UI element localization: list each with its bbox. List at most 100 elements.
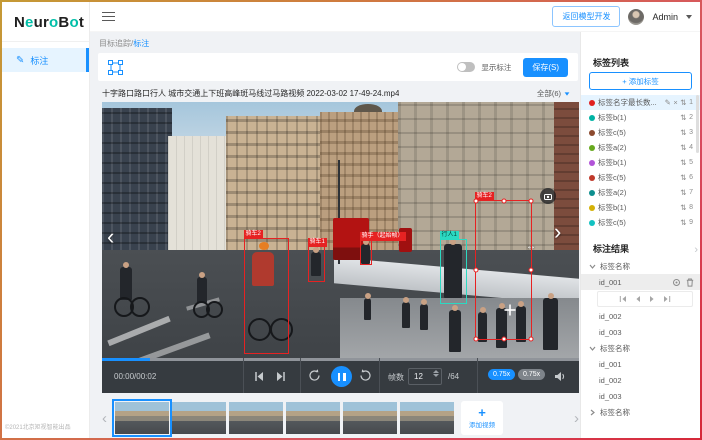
video-thumbnail[interactable] xyxy=(286,402,340,434)
panel-scrollbar[interactable] xyxy=(696,95,699,153)
chevron-right-icon xyxy=(589,409,596,416)
delete-icon[interactable]: × xyxy=(673,99,677,107)
resize-handle[interactable] xyxy=(501,199,506,204)
tag-row-icons: ⇅6 xyxy=(680,174,693,182)
sort-icon[interactable]: ⇅ xyxy=(680,129,686,137)
video-thumbnail[interactable] xyxy=(172,402,226,434)
sort-icon[interactable]: ⇅ xyxy=(680,204,686,212)
prev-frame-icon[interactable] xyxy=(254,371,264,382)
result-item[interactable]: id_002 xyxy=(581,372,700,388)
bounding-box[interactable]: 行人1 xyxy=(440,239,467,304)
bounding-box[interactable]: 骑车1 xyxy=(308,246,325,282)
sort-icon[interactable]: ⇅ xyxy=(680,174,686,182)
frame-stepper[interactable] xyxy=(433,370,439,377)
sidebar-divider xyxy=(2,41,89,42)
tag-list-item[interactable]: 标签b(1)⇅5 xyxy=(581,155,700,170)
thumbs-scroll-left-icon[interactable]: ‹ xyxy=(102,411,107,426)
thumbs-scroll-right-icon[interactable]: › xyxy=(574,411,579,426)
prev-video-chevron[interactable]: ‹ xyxy=(107,226,114,248)
tag-row-icons: ⇅5 xyxy=(680,159,693,167)
back-to-model-dev-button[interactable]: 返回模型开发 xyxy=(552,6,620,27)
sort-icon[interactable]: ⇅ xyxy=(680,159,686,167)
video-filter-dropdown[interactable]: 全部(6) xyxy=(537,88,570,99)
first-page-icon[interactable] xyxy=(619,295,627,303)
trash-icon[interactable] xyxy=(686,278,694,287)
sort-icon[interactable]: ⇅ xyxy=(680,99,686,107)
resize-handle[interactable] xyxy=(474,268,479,273)
tag-list-item[interactable]: 标签a(2)⇅7 xyxy=(581,185,700,200)
resize-handle[interactable] xyxy=(529,337,534,342)
result-item-id: id_002 xyxy=(599,312,622,321)
speed-pill-secondary[interactable]: 0.75x xyxy=(518,369,545,380)
add-tag-button[interactable]: + 添加标签 xyxy=(589,72,692,90)
add-video-button[interactable]: + 添加视频 xyxy=(461,401,503,435)
tag-list-item[interactable]: 标签a(2)⇅4 xyxy=(581,140,700,155)
avatar[interactable] xyxy=(628,9,644,25)
tag-row-icons: ⇅2 xyxy=(680,114,693,122)
video-thumbnail[interactable] xyxy=(229,402,283,434)
result-item[interactable]: id_001 xyxy=(581,356,700,372)
frame-number-input[interactable]: 12 xyxy=(408,368,442,385)
show-annotation-toggle[interactable] xyxy=(457,62,475,72)
result-item[interactable]: id_002 xyxy=(581,308,700,324)
username[interactable]: Admin xyxy=(652,12,678,22)
neurobot-app-window: NeuroBot ✎ 标注 ©2021北京矩视智能出品 返回模型开发 Admin… xyxy=(2,2,700,438)
sort-icon[interactable]: ⇅ xyxy=(680,189,686,197)
resize-handle[interactable] xyxy=(474,337,479,342)
volume-icon[interactable] xyxy=(554,371,566,382)
panel-scroll-right-icon[interactable]: › xyxy=(694,244,698,256)
video-thumbnail[interactable] xyxy=(115,402,169,434)
result-group-header[interactable]: 标签名称 xyxy=(581,340,700,356)
result-group-header[interactable]: 标签名称 xyxy=(581,404,700,420)
bounding-box[interactable]: 骑车2 xyxy=(244,238,289,354)
bounding-box[interactable]: 骑车2 xyxy=(475,200,532,340)
breadcrumb-parent[interactable]: 目标追踪 xyxy=(99,39,131,48)
resize-handle[interactable] xyxy=(474,199,479,204)
forward-10-icon[interactable] xyxy=(359,369,372,382)
chevron-down-icon[interactable] xyxy=(686,15,692,19)
frame-number-value: 12 xyxy=(414,372,423,381)
edit-icon[interactable]: ✎ xyxy=(665,99,671,107)
sort-icon[interactable]: ⇅ xyxy=(680,219,686,227)
next-video-chevron[interactable]: › xyxy=(554,221,561,243)
sort-icon[interactable]: ⇅ xyxy=(680,144,686,152)
next-page-icon[interactable] xyxy=(649,295,655,303)
tag-list-item[interactable]: 标签b(1)⇅8 xyxy=(581,200,700,215)
rewind-10-icon[interactable] xyxy=(308,369,321,382)
resize-handle[interactable] xyxy=(529,199,534,204)
tag-list-item[interactable]: 标签b(1)⇅2 xyxy=(581,110,700,125)
next-frame-icon[interactable] xyxy=(276,371,286,382)
result-item[interactable]: id_003 xyxy=(581,324,700,340)
result-group-header[interactable]: 标签名称 xyxy=(581,258,700,274)
logo-letter: u xyxy=(34,14,43,31)
video-thumbnail[interactable] xyxy=(343,402,397,434)
tag-list-item[interactable]: 标签c(5)⇅6 xyxy=(581,170,700,185)
tag-name: 标签c(5) xyxy=(598,217,677,228)
sidebar-item-annotate[interactable]: ✎ 标注 xyxy=(2,48,89,72)
rect-select-tool[interactable] xyxy=(108,60,123,75)
save-button[interactable]: 保存(S) xyxy=(523,58,568,77)
resize-handle[interactable] xyxy=(529,268,534,273)
collapse-menu-icon[interactable] xyxy=(102,9,115,24)
result-item[interactable]: id_001 xyxy=(581,274,700,290)
resize-handle[interactable] xyxy=(501,337,506,342)
last-page-icon[interactable] xyxy=(663,295,671,303)
camera-icon xyxy=(544,193,552,200)
show-annotation-label: 显示标注 xyxy=(481,62,511,73)
speed-pill-active[interactable]: 0.75x xyxy=(488,369,515,380)
video-thumbnail[interactable] xyxy=(400,402,454,434)
sort-icon[interactable]: ⇅ xyxy=(680,114,686,122)
right-panel: 标签列表 + 添加标签 标签名字最长数...✎×⇅1标签b(1)⇅2标签c(5)… xyxy=(580,32,700,438)
tag-list-item[interactable]: 标签名字最长数...✎×⇅1 xyxy=(581,95,700,110)
snapshot-button[interactable] xyxy=(540,188,556,204)
result-item[interactable]: id_003 xyxy=(581,388,700,404)
bounding-box[interactable]: 骑手（起始帧） xyxy=(360,240,372,265)
result-item-id: id_001 xyxy=(599,360,622,369)
prev-page-icon[interactable] xyxy=(635,295,641,303)
video-frame[interactable]: ‹ › ↔ 骑车2骑车1骑手（起始帧）行人1骑车2 xyxy=(102,102,579,358)
tag-name: 标签b(1) xyxy=(598,112,677,123)
locate-icon[interactable] xyxy=(672,278,681,287)
tag-list-item[interactable]: 标签c(5)⇅9 xyxy=(581,215,700,230)
pause-button[interactable] xyxy=(331,366,352,387)
tag-list-item[interactable]: 标签c(5)⇅3 xyxy=(581,125,700,140)
